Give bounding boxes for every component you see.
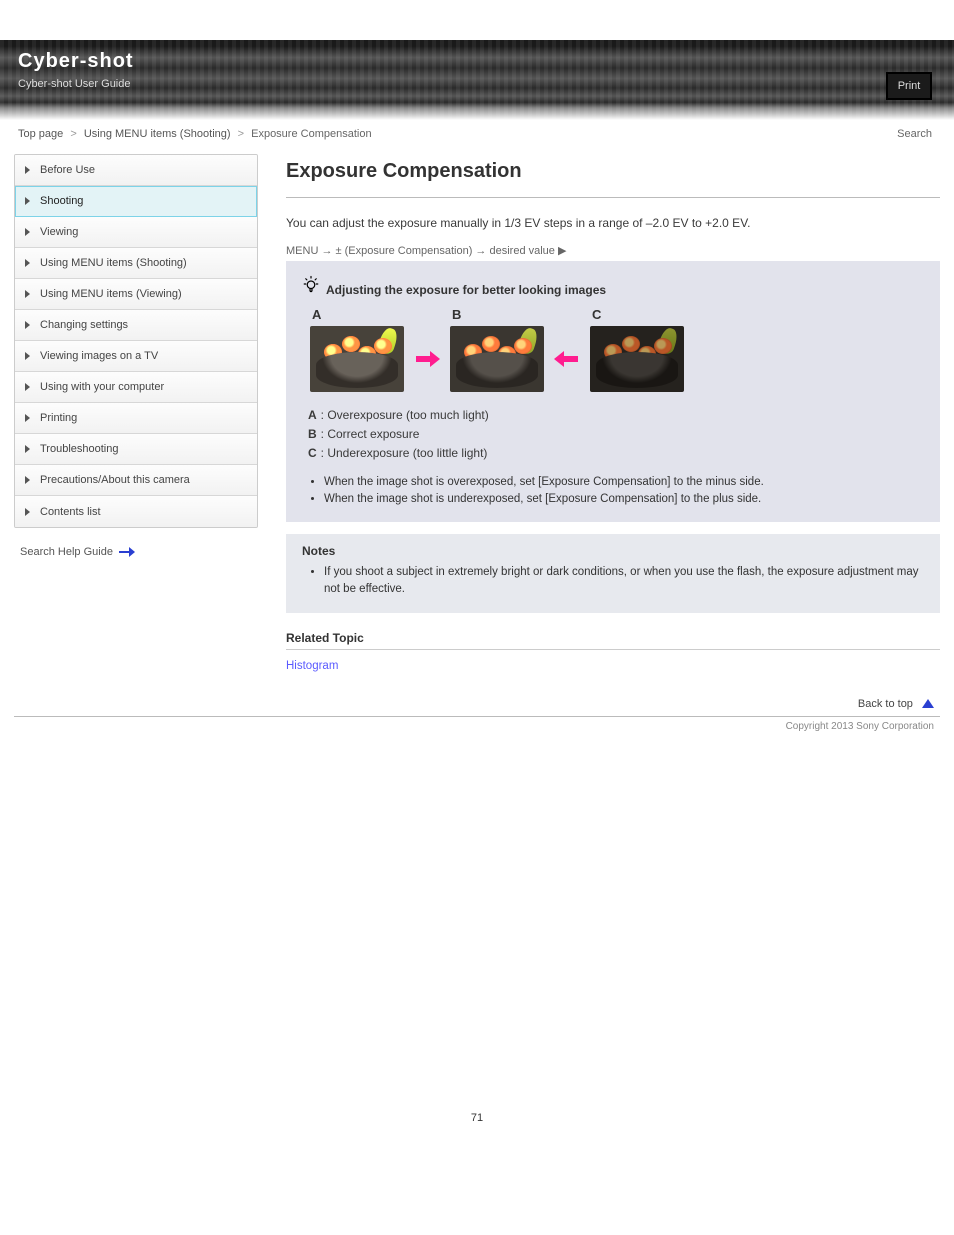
brand-title: Cyber-shot <box>18 50 134 73</box>
header-band: Cyber-shot Cyber-shot User Guide Print <box>0 40 954 120</box>
breadcrumb-sep: > <box>238 128 244 140</box>
notes-box: Notes If you shoot a subject in extremel… <box>286 534 940 613</box>
key-b: B <box>308 427 317 441</box>
chevron-right-icon <box>25 290 30 298</box>
chevron-right-icon <box>25 508 30 516</box>
intro-text: You can adjust the exposure manually in … <box>286 214 940 232</box>
sidebar-item-troubleshooting[interactable]: Troubleshooting <box>15 434 257 465</box>
header-texture <box>0 40 954 120</box>
hint-bullet: When the image shot is underexposed, set… <box>324 491 924 508</box>
example-c: C <box>590 307 684 392</box>
chevron-right-icon <box>25 259 30 267</box>
hint-box: Adjusting the exposure for better lookin… <box>286 261 940 522</box>
chevron-right-icon <box>25 414 30 422</box>
thumb-correct <box>450 326 544 392</box>
page-number: 71 <box>0 1112 954 1144</box>
sidebar-nav: Before Use Shooting Viewing Using MENU i… <box>14 154 258 528</box>
arrow-right-icon <box>414 349 440 369</box>
thumb-overexposed <box>310 326 404 392</box>
sidebar-item-label: Contents list <box>40 506 249 518</box>
sidebar-item-before-use[interactable]: Before Use <box>15 155 257 186</box>
key-c: C <box>308 446 317 460</box>
sidebar-item-menu-viewing[interactable]: Using MENU items (Viewing) <box>15 279 257 310</box>
sidebar-item-label: Changing settings <box>40 319 249 331</box>
search-help-label: Search Help Guide <box>20 546 113 558</box>
copyright: Copyright 2013 Sony Corporation <box>0 717 954 732</box>
arrow-right-icon <box>119 548 135 556</box>
label-b: B <box>452 307 461 322</box>
thumb-underexposed <box>590 326 684 392</box>
exposure-examples: A B <box>310 307 924 392</box>
sidebar-item-shooting[interactable]: Shooting <box>15 186 257 217</box>
hint-icon <box>302 275 320 293</box>
search-help-link[interactable]: Search Help Guide <box>14 546 258 558</box>
hint-title: Adjusting the exposure for better lookin… <box>326 283 924 297</box>
page-title: Exposure Compensation <box>286 160 940 183</box>
sidebar-item-label: Before Use <box>40 164 249 176</box>
sidebar-item-label: Precautions/About this camera <box>40 474 249 486</box>
sidebar-item-precautions[interactable]: Precautions/About this camera <box>15 465 257 496</box>
related-section: Related Topic Histogram <box>286 631 940 672</box>
chevron-right-icon <box>25 228 30 236</box>
sidebar-item-label: Troubleshooting <box>40 443 249 455</box>
chevron-right-icon <box>25 352 30 360</box>
sidebar-item-printing[interactable]: Printing <box>15 403 257 434</box>
triangle-up-icon <box>922 699 934 708</box>
print-button[interactable]: Print <box>886 72 932 100</box>
sidebar-item-changing-settings[interactable]: Changing settings <box>15 310 257 341</box>
related-title: Related Topic <box>286 631 940 645</box>
divider <box>286 197 940 198</box>
key-a-text: : Overexposure (too much light) <box>321 408 489 422</box>
chevron-right-icon <box>25 476 30 484</box>
search-link[interactable]: Search <box>897 128 932 140</box>
label-a: A <box>312 307 321 322</box>
sidebar-item-label: Viewing images on a TV <box>40 350 249 362</box>
menu-path: MENU → ± (Exposure Compensation) → desir… <box>286 244 940 257</box>
example-a: A <box>310 307 404 392</box>
back-to-top-label: Back to top <box>858 698 913 710</box>
notes-title: Notes <box>302 544 924 558</box>
hint-bullets: When the image shot is overexposed, set … <box>302 474 924 509</box>
notes-item: If you shoot a subject in extremely brig… <box>324 564 924 599</box>
sidebar-item-contents-list[interactable]: Contents list <box>15 496 257 527</box>
related-link-histogram[interactable]: Histogram <box>286 660 338 672</box>
sidebar-item-viewing[interactable]: Viewing <box>15 217 257 248</box>
sidebar-item-label: Using MENU items (Shooting) <box>40 257 249 269</box>
breadcrumb-sep: > <box>70 128 76 140</box>
chevron-right-icon <box>25 445 30 453</box>
chevron-right-icon <box>25 383 30 391</box>
example-b: B <box>450 307 544 392</box>
chevron-right-icon <box>25 321 30 329</box>
sidebar: Before Use Shooting Viewing Using MENU i… <box>14 154 258 710</box>
key-a: A <box>308 408 317 422</box>
back-to-top[interactable]: Back to top <box>286 698 940 710</box>
brand-subtitle: Cyber-shot User Guide <box>18 78 131 90</box>
breadcrumb-top[interactable]: Top page <box>18 128 63 140</box>
breadcrumb-bar: Top page > Using MENU items (Shooting) >… <box>0 120 954 146</box>
hint-bullet: When the image shot is overexposed, set … <box>324 474 924 491</box>
sidebar-item-label: Printing <box>40 412 249 424</box>
main-content: Exposure Compensation You can adjust the… <box>258 154 954 710</box>
sidebar-item-label: Viewing <box>40 226 249 238</box>
divider <box>286 649 940 650</box>
sidebar-item-label: Using with your computer <box>40 381 249 393</box>
breadcrumb-current: Exposure Compensation <box>251 128 371 140</box>
legend-key: A : Overexposure (too much light) B : Corr… <box>308 406 924 464</box>
chevron-right-icon <box>25 166 30 174</box>
sidebar-item-label: Shooting <box>40 195 249 207</box>
sidebar-item-tv[interactable]: Viewing images on a TV <box>15 341 257 372</box>
sidebar-item-computer[interactable]: Using with your computer <box>15 372 257 403</box>
key-c-text: : Underexposure (too little light) <box>321 446 488 460</box>
arrow-left-icon <box>554 349 580 369</box>
chevron-right-icon <box>25 197 30 205</box>
sidebar-item-label: Using MENU items (Viewing) <box>40 288 249 300</box>
breadcrumb-section[interactable]: Using MENU items (Shooting) <box>84 128 231 140</box>
label-c: C <box>592 307 601 322</box>
key-b-text: : Correct exposure <box>321 427 420 441</box>
sidebar-item-menu-shooting[interactable]: Using MENU items (Shooting) <box>15 248 257 279</box>
